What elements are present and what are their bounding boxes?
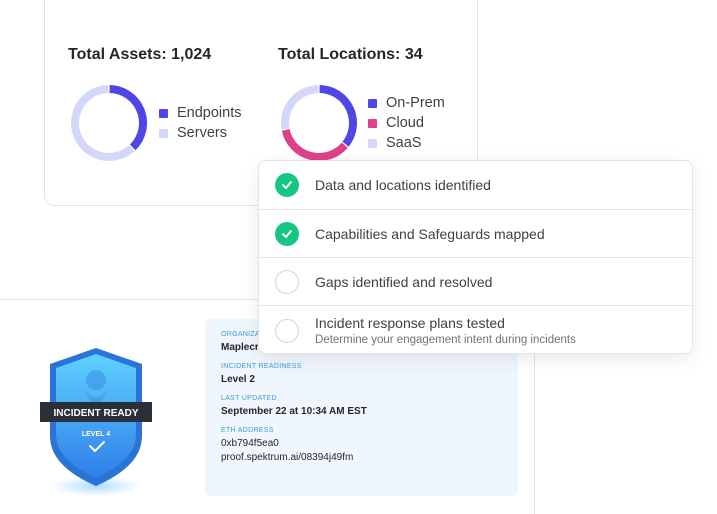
check-incomplete-icon [275,269,299,294]
legend-swatch [368,118,377,128]
check-complete-icon [275,173,299,197]
legend-swatch [159,128,168,138]
checklist-item-data-locations[interactable]: Data and locations identified [259,161,692,210]
checklist-sublabel: Determine your engagement intent during … [315,334,576,346]
checklist-text: Capabilities and Safeguards mapped [315,226,545,242]
legend-label: Cloud [386,115,424,131]
updated-label: LAST UPDATED [221,395,277,402]
check-complete-icon [275,221,299,246]
proof-link[interactable]: proof.spektrum.ai/08394j49fm [221,451,502,465]
legend-item-saas: SaaS [368,133,445,153]
donut-segment-servers [71,85,135,161]
legend-item-endpoints: Endpoints [159,103,242,123]
checklist-item-gaps[interactable]: Gaps identified and resolved [259,258,692,306]
donut-segment-cloud [281,128,348,161]
checklist-item-incident-response[interactable]: Incident response plans tested Determine… [259,306,692,353]
total-assets-title: Total Assets: 1,024 [68,46,212,63]
legend-item-cloud: Cloud [368,113,445,133]
checklist-item-capabilities[interactable]: Capabilities and Safeguards mapped [259,210,692,258]
legend-swatch [368,98,377,108]
checklist-label: Capabilities and Safeguards mapped [315,225,545,242]
checklist-label: Incident response plans tested [315,315,505,331]
readiness-block: INCIDENT READINESS Level 2 [221,363,502,387]
checklist-label: Gaps identified and resolved [315,273,493,290]
updated-value: September 22 at 10:34 AM EST [221,406,367,417]
badge-title: INCIDENT READY [53,408,138,419]
legend-label: On-Prem [386,95,445,111]
legend-item-on-prem: On-Prem [368,93,445,113]
updated-block: LAST UPDATED September 22 at 10:34 AM ES… [221,395,502,419]
assets-donut-chart [71,85,147,161]
eth-block: ETH ADDRESS 0xb794f5ea0 proof.spektrum.a… [221,427,502,465]
checklist-text: Data and locations identified [315,177,491,193]
locations-legend: On-Prem Cloud SaaS [368,93,445,153]
legend-swatch [159,108,168,118]
legend-label: Endpoints [177,105,242,121]
total-locations-title: Total Locations: 34 [278,46,423,63]
donut-segment-endpoints [109,85,147,151]
checklist-label: Data and locations identified [315,177,491,193]
eth-value: 0xb794f5ea0 [221,438,279,449]
legend-label: SaaS [386,135,422,151]
readiness-label: INCIDENT READINESS [221,363,302,370]
eth-label: ETH ADDRESS [221,427,274,434]
donut-segment-saas [281,85,319,130]
legend-label: Servers [177,125,227,141]
badge-emblem-icon [86,370,106,390]
checklist-text: Gaps identified and resolved [315,274,492,290]
legend-swatch [368,138,377,148]
badge-level: LEVEL 4 [82,431,110,438]
locations-donut-chart [281,85,357,161]
checklist-text: Incident response plans tested Determine… [315,315,576,346]
readiness-checklist: Data and locations identified Capabiliti… [258,160,693,354]
incident-ready-badge: INCIDENT READY LEVEL 4 [40,348,152,496]
assets-legend: Endpoints Servers [159,103,242,143]
legend-item-servers: Servers [159,123,242,143]
readiness-value: Level 2 [221,374,255,385]
check-incomplete-icon [275,318,299,343]
donut-segment-on-prem [319,85,357,147]
